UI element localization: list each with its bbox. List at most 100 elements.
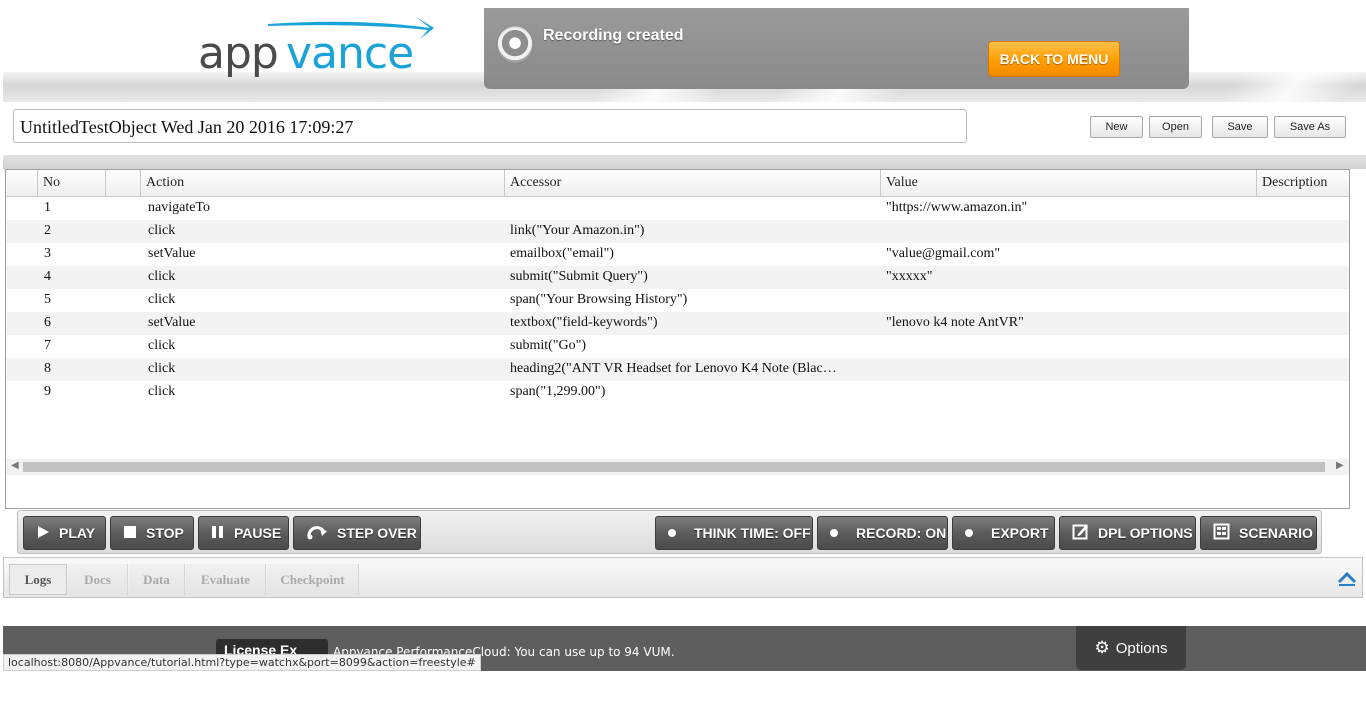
record-label: RECORD: ON xyxy=(856,525,947,541)
test-object-name-input[interactable]: UntitledTestObject Wed Jan 20 2016 17:09… xyxy=(13,109,967,143)
script-steps-grid[interactable]: No Action Accessor Value Description 1 n… xyxy=(5,169,1350,509)
cell-no: 2 xyxy=(44,223,51,238)
gear-icon: ⚙ xyxy=(1094,638,1110,657)
dpl-options-button[interactable]: DPL OPTIONS xyxy=(1059,516,1196,550)
column-header-description[interactable]: Description xyxy=(1256,170,1349,196)
cell-accessor: link("Your Amazon.in") xyxy=(510,223,645,238)
column-header-blank xyxy=(105,170,140,196)
svg-text:app: app xyxy=(198,28,278,78)
new-button[interactable]: New xyxy=(1090,116,1143,138)
tab-data[interactable]: Data xyxy=(129,564,185,595)
export-button[interactable]: EXPORT xyxy=(952,516,1055,550)
column-header-value[interactable]: Value xyxy=(880,170,1256,196)
grid-header-handle xyxy=(6,170,37,196)
cell-no: 8 xyxy=(44,361,51,376)
stop-icon xyxy=(123,525,137,542)
cell-action: setValue xyxy=(148,246,196,261)
tab-logs[interactable]: Logs xyxy=(9,564,67,595)
save-as-button[interactable]: Save As xyxy=(1274,116,1346,138)
cell-no: 9 xyxy=(44,384,51,399)
export-label: EXPORT xyxy=(991,525,1049,541)
cell-value: "xxxxx" xyxy=(886,269,933,284)
open-button[interactable]: Open xyxy=(1149,116,1202,138)
scenario-button[interactable]: SCENARIO xyxy=(1200,516,1317,550)
browser-status-url: localhost:8080/Appvance/tutorial.html?ty… xyxy=(3,654,481,671)
stop-button[interactable]: STOP xyxy=(110,516,194,550)
cell-action: click xyxy=(148,384,176,399)
table-row[interactable]: 8 click heading2("ANT VR Headset for Len… xyxy=(6,358,1349,381)
table-row[interactable]: 7 click submit("Go") xyxy=(6,335,1349,358)
cell-value: "https://www.amazon.in" xyxy=(886,200,1028,215)
recording-status-panel: Recording created BACK TO MENU xyxy=(484,8,1189,89)
record-toggle[interactable]: RECORD: ON xyxy=(817,516,948,550)
cell-action: navigateTo xyxy=(148,200,210,215)
cell-accessor: textbox("field-keywords") xyxy=(510,315,658,330)
step-over-label: STEP OVER xyxy=(337,525,417,541)
scroll-left-arrow-icon[interactable]: ◀ xyxy=(11,460,19,471)
cell-no: 6 xyxy=(44,315,51,330)
table-row[interactable]: 3 setValue emailbox("email") "value@gmai… xyxy=(6,243,1349,266)
cell-accessor: span("1,299.00") xyxy=(510,384,606,399)
cell-accessor: emailbox("email") xyxy=(510,246,614,261)
think-time-label: THINK TIME: OFF xyxy=(694,525,811,541)
section-divider xyxy=(3,155,1366,169)
table-row[interactable]: 9 click span("1,299.00") xyxy=(6,381,1349,404)
options-button[interactable]: ⚙ Options xyxy=(1076,626,1186,670)
horizontal-scrollbar[interactable]: ◀ ▶ xyxy=(6,459,1349,475)
cell-accessor: span("Your Browsing History") xyxy=(510,292,688,307)
column-header-accessor[interactable]: Accessor xyxy=(504,170,880,196)
cell-action: click xyxy=(148,292,176,307)
cell-value: "value@gmail.com" xyxy=(886,246,1001,261)
header: app vance Recording created BACK TO MENU xyxy=(3,4,1366,102)
table-row[interactable]: 5 click span("Your Browsing History") xyxy=(6,289,1349,312)
pause-label: PAUSE xyxy=(234,525,282,541)
cell-action: click xyxy=(148,223,176,238)
step-over-button[interactable]: STEP OVER xyxy=(293,516,421,550)
table-row[interactable]: 1 navigateTo "https://www.amazon.in" xyxy=(6,197,1349,220)
cell-no: 1 xyxy=(44,200,51,215)
tab-docs[interactable]: Docs xyxy=(68,564,128,595)
pause-icon xyxy=(211,525,225,542)
play-label: PLAY xyxy=(59,525,96,541)
cell-value: "lenovo k4 note AntVR" xyxy=(886,315,1024,330)
back-to-menu-button[interactable]: BACK TO MENU xyxy=(988,41,1120,77)
cell-accessor: heading2("ANT VR Headset for Lenovo K4 N… xyxy=(510,361,837,376)
cell-no: 3 xyxy=(44,246,51,261)
recording-status-text: Recording created xyxy=(543,27,684,44)
grid-header: No Action Accessor Value Description xyxy=(6,170,1349,197)
table-row[interactable]: 6 setValue textbox("field-keywords") "le… xyxy=(6,312,1349,335)
options-label: Options xyxy=(1115,639,1168,657)
tab-evaluate[interactable]: Evaluate xyxy=(186,564,266,595)
scrollbar-thumb[interactable] xyxy=(23,462,1325,472)
cell-action: click xyxy=(148,338,176,353)
svg-text:vance: vance xyxy=(286,28,413,78)
play-icon xyxy=(36,525,50,542)
cell-accessor: submit("Submit Query") xyxy=(510,269,648,284)
tab-checkpoint[interactable]: Checkpoint xyxy=(267,564,359,595)
column-header-action[interactable]: Action xyxy=(140,170,504,196)
play-button[interactable]: PLAY xyxy=(23,516,106,550)
stop-label: STOP xyxy=(146,525,184,541)
scenario-label: SCENARIO xyxy=(1239,525,1313,541)
think-time-toggle[interactable]: THINK TIME: OFF xyxy=(655,516,813,550)
table-row[interactable]: 2 click link("Your Amazon.in") xyxy=(6,220,1349,243)
cell-accessor: submit("Go") xyxy=(510,338,586,353)
step-over-icon xyxy=(306,524,328,543)
edit-icon xyxy=(1072,523,1089,543)
status-dot-icon xyxy=(668,529,676,537)
collapse-panel-icon[interactable] xyxy=(1337,568,1357,588)
scroll-right-arrow-icon[interactable]: ▶ xyxy=(1336,460,1344,471)
column-header-no[interactable]: No xyxy=(37,170,105,196)
status-dot-icon xyxy=(830,529,838,537)
appvance-logo: app vance xyxy=(198,17,434,78)
record-icon xyxy=(496,26,534,64)
save-button[interactable]: Save xyxy=(1212,116,1268,138)
pause-button[interactable]: PAUSE xyxy=(198,516,289,550)
table-row[interactable]: 4 click submit("Submit Query") "xxxxx" xyxy=(6,266,1349,289)
cell-action: setValue xyxy=(148,315,196,330)
cell-no: 7 xyxy=(44,338,51,353)
cell-action: click xyxy=(148,361,176,376)
bottom-panel-tabs: Logs Docs Data Evaluate Checkpoint xyxy=(3,557,1363,598)
scenario-icon xyxy=(1213,523,1230,543)
dpl-options-label: DPL OPTIONS xyxy=(1098,525,1193,541)
